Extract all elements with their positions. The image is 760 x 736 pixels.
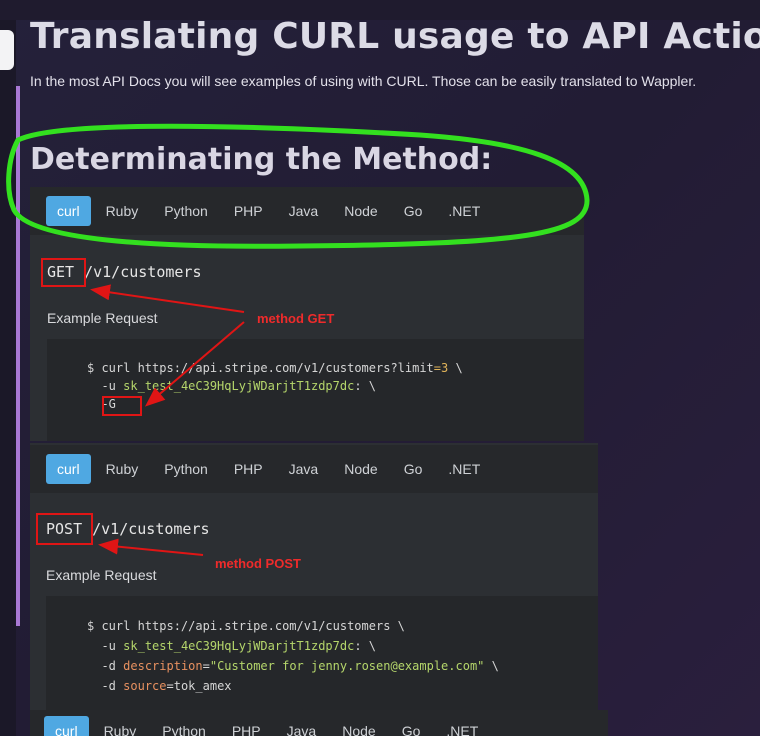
- endpoint-path: /v1/customers: [92, 520, 210, 538]
- page-subtitle: In the most API Docs you will see exampl…: [30, 73, 697, 89]
- tab-php[interactable]: PHP: [221, 716, 272, 736]
- tab-dotnet[interactable]: .NET: [437, 454, 491, 484]
- tab-dotnet[interactable]: .NET: [437, 196, 491, 226]
- tab-curl[interactable]: curl: [46, 196, 91, 226]
- tab-python[interactable]: Python: [153, 196, 219, 226]
- tab-ruby[interactable]: Ruby: [95, 454, 150, 484]
- tab-php[interactable]: PHP: [223, 196, 274, 226]
- tab-java[interactable]: Java: [276, 716, 328, 736]
- tab-node[interactable]: Node: [333, 454, 388, 484]
- code-text: $ curl https://api.stripe.com/v1/custome…: [87, 361, 463, 411]
- post-doc-block: curl Ruby Python PHP Java Node Go .NET P…: [30, 443, 598, 711]
- tab-ruby[interactable]: Ruby: [93, 716, 148, 736]
- tab-node[interactable]: Node: [331, 716, 386, 736]
- page-title: Translating CURL usage to API Action: [30, 16, 760, 57]
- section-heading: Determinating the Method:: [30, 142, 493, 177]
- tab-php[interactable]: PHP: [223, 454, 274, 484]
- tab-python[interactable]: Python: [151, 716, 217, 736]
- tab-java[interactable]: Java: [278, 454, 330, 484]
- tab-curl[interactable]: curl: [46, 454, 91, 484]
- tab-python[interactable]: Python: [153, 454, 219, 484]
- code-block: $ curl https://api.stripe.com/v1/custome…: [47, 339, 584, 441]
- language-tabbar: curl Ruby Python PHP Java Node Go .NET: [30, 187, 584, 235]
- post-method-highlight: [36, 513, 93, 545]
- tab-dotnet[interactable]: .NET: [435, 716, 489, 736]
- endpoint-path: /v1/customers: [84, 263, 202, 281]
- left-rail: [0, 0, 16, 736]
- g-flag-highlight: [102, 396, 142, 416]
- get-method-highlight: [41, 258, 86, 287]
- example-request-label: Example Request: [47, 310, 158, 326]
- tab-go[interactable]: Go: [393, 454, 434, 484]
- example-request-label: Example Request: [46, 567, 157, 583]
- tab-go[interactable]: Go: [393, 196, 434, 226]
- sidebar-accent-line: [16, 86, 20, 626]
- language-tabbar: curl Ruby Python PHP Java Node Go .NET: [30, 716, 608, 736]
- tab-go[interactable]: Go: [391, 716, 432, 736]
- sidebar-card[interactable]: [0, 30, 14, 70]
- post-annotation: method POST: [215, 556, 301, 571]
- code-block: $ curl https://api.stripe.com/v1/custome…: [46, 596, 598, 711]
- tab-java[interactable]: Java: [278, 196, 330, 226]
- tab-curl[interactable]: curl: [44, 716, 89, 736]
- tab-ruby[interactable]: Ruby: [95, 196, 150, 226]
- third-doc-block: curl Ruby Python PHP Java Node Go .NET: [30, 710, 608, 736]
- language-tabbar: curl Ruby Python PHP Java Node Go .NET: [30, 445, 598, 493]
- tab-node[interactable]: Node: [333, 196, 388, 226]
- get-annotation: method GET: [257, 311, 335, 326]
- code-text: $ curl https://api.stripe.com/v1/custome…: [87, 619, 499, 693]
